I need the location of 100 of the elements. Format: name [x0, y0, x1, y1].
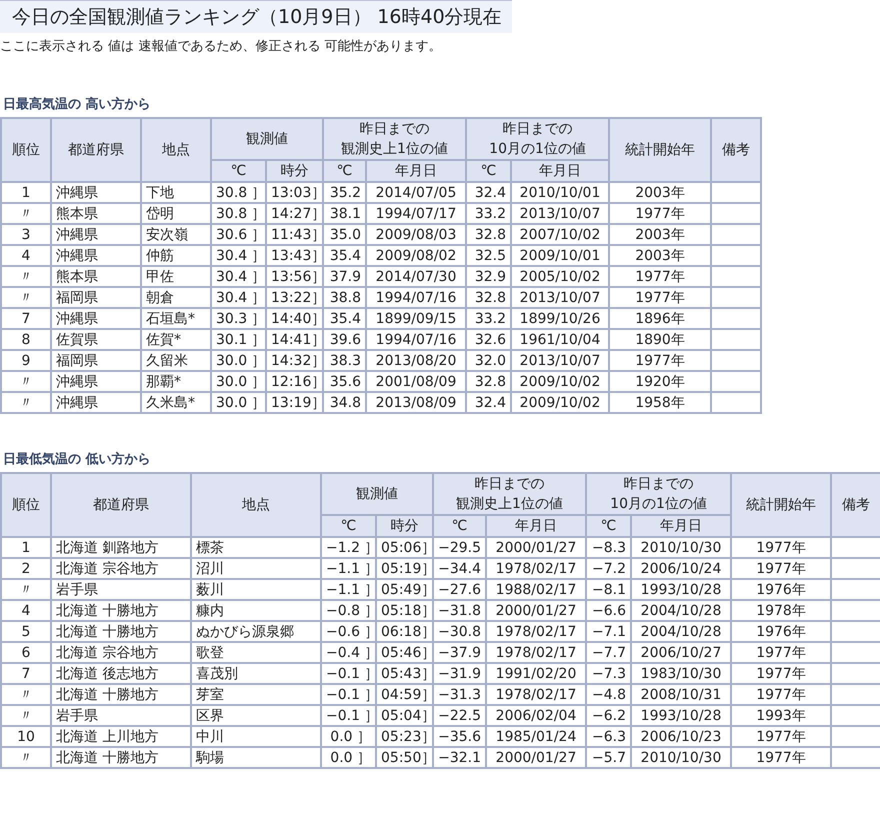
table-cell: 1899/09/15: [366, 308, 466, 329]
table-cell: −6.6: [586, 600, 632, 621]
column-header: 備考: [711, 118, 762, 182]
table-cell: 32.5: [466, 245, 512, 266]
table-cell: −0.1 ］: [321, 705, 376, 726]
table-cell: 2009/10/02: [511, 392, 610, 413]
table-cell: 岩手県: [51, 579, 191, 600]
table-cell: 1993/10/28: [631, 579, 732, 600]
table-cell: 1: [1, 537, 51, 558]
column-header: 地点: [191, 473, 321, 537]
table-cell: 1958年: [609, 392, 712, 413]
table-cell: 2000/01/27: [486, 747, 586, 768]
table-cell: −8.1: [586, 579, 632, 600]
column-header: 都道府県: [51, 118, 141, 182]
column-header: ℃: [321, 515, 376, 537]
table-cell: 2009/08/03: [366, 224, 466, 245]
table-cell: −35.6: [433, 726, 486, 747]
table-cell: 30.6 ］: [211, 224, 266, 245]
table-cell: 13:19］: [266, 392, 323, 413]
table-cell: 2014/07/30: [366, 266, 466, 287]
column-header: 年月日: [511, 160, 610, 182]
table-cell: 岩手県: [51, 705, 191, 726]
column-header: 統計開始年: [609, 118, 712, 182]
table-cell: 39.6: [323, 329, 366, 350]
table-cell: 2013/10/07: [511, 350, 610, 371]
table-cell: 30.0 ］: [211, 392, 266, 413]
table-cell: −8.3: [586, 537, 632, 558]
table-cell: 1993年: [731, 705, 832, 726]
table-cell: 7: [1, 663, 51, 684]
table-cell: −27.6: [433, 579, 486, 600]
table-cell: 12:16］: [266, 371, 323, 392]
table-cell: 2005/10/02: [511, 266, 610, 287]
table-cell: 〃: [1, 579, 51, 600]
table-cell: 沼川: [191, 558, 321, 579]
table-cell: 1: [1, 182, 51, 203]
table-cell: 8: [1, 329, 51, 350]
table-cell: 熊本県: [51, 203, 141, 224]
table-cell: 1991/02/20: [486, 663, 586, 684]
table-cell: 久米島*: [141, 392, 211, 413]
table-cell: 1994/07/16: [366, 329, 466, 350]
table-cell: 13:22］: [266, 287, 323, 308]
column-header: 観測値: [211, 118, 323, 160]
table-cell: 〃: [1, 684, 51, 705]
table-cell: 沖縄県: [51, 224, 141, 245]
table-cell: 1920年: [609, 371, 712, 392]
table-cell: 沖縄県: [51, 182, 141, 203]
table-cell: 熊本県: [51, 266, 141, 287]
table-cell: 1890年: [609, 329, 712, 350]
table-cell: 32.8: [466, 224, 512, 245]
table-cell: 北海道 上川地方: [51, 726, 191, 747]
table-cell: 2006/10/27: [631, 642, 732, 663]
table-cell: 〃: [1, 287, 51, 308]
table-cell: 0.0 ］: [321, 726, 376, 747]
table-cell: 2004/10/28: [631, 621, 732, 642]
table-cell: −31.8: [433, 600, 486, 621]
table-cell: 沖縄県: [51, 245, 141, 266]
table-cell: 北海道 十勝地方: [51, 621, 191, 642]
table-cell: 30.0 ］: [211, 371, 266, 392]
table-cell: 1977年: [731, 558, 832, 579]
table-cell: 32.8: [466, 371, 512, 392]
table-cell: −0.4 ］: [321, 642, 376, 663]
table-cell: 1961/10/04: [511, 329, 610, 350]
table-cell: 2014/07/05: [366, 182, 466, 203]
table-cell: −0.8 ］: [321, 600, 376, 621]
table-cell: 1978/02/17: [486, 621, 586, 642]
column-header: ℃: [433, 515, 486, 537]
table-cell: 35.4: [323, 245, 366, 266]
table-cell: 38.3: [323, 350, 366, 371]
table-cell: 佐賀*: [141, 329, 211, 350]
table-cell: 1977年: [731, 663, 832, 684]
table-cell: 5: [1, 621, 51, 642]
table-cell: 中川: [191, 726, 321, 747]
table-cell: −7.1: [586, 621, 632, 642]
table-cell: 6: [1, 642, 51, 663]
table-cell: 2008/10/31: [631, 684, 732, 705]
column-header: 昨日までの 10月の1位の値: [586, 473, 732, 515]
table-cell: 安次嶺: [141, 224, 211, 245]
table-cell: −6.2: [586, 705, 632, 726]
table-cell: 1993/10/28: [631, 705, 732, 726]
table-cell: 福岡県: [51, 350, 141, 371]
table-cell: −31.9: [433, 663, 486, 684]
table-cell: −22.5: [433, 705, 486, 726]
table-cell: 06:18］: [376, 621, 433, 642]
table-cell: 14:41］: [266, 329, 323, 350]
table-cell: 1976年: [731, 621, 832, 642]
table-cell: 〃: [1, 266, 51, 287]
table-cell: −30.8: [433, 621, 486, 642]
column-header: ℃: [323, 160, 366, 182]
column-header: 年月日: [366, 160, 466, 182]
table-cell: 30.4 ］: [211, 266, 266, 287]
table-cell: 下地: [141, 182, 211, 203]
table-cell: 2010/10/30: [631, 747, 732, 768]
column-header: 観測値: [321, 473, 433, 515]
table-cell: 0.0 ］: [321, 747, 376, 768]
table-cell: 32.9: [466, 266, 512, 287]
table-cell: −0.1 ］: [321, 663, 376, 684]
table-cell: −31.3: [433, 684, 486, 705]
table-cell: −7.3: [586, 663, 632, 684]
table-cell: 1977年: [609, 203, 712, 224]
table-cell: 区界: [191, 705, 321, 726]
